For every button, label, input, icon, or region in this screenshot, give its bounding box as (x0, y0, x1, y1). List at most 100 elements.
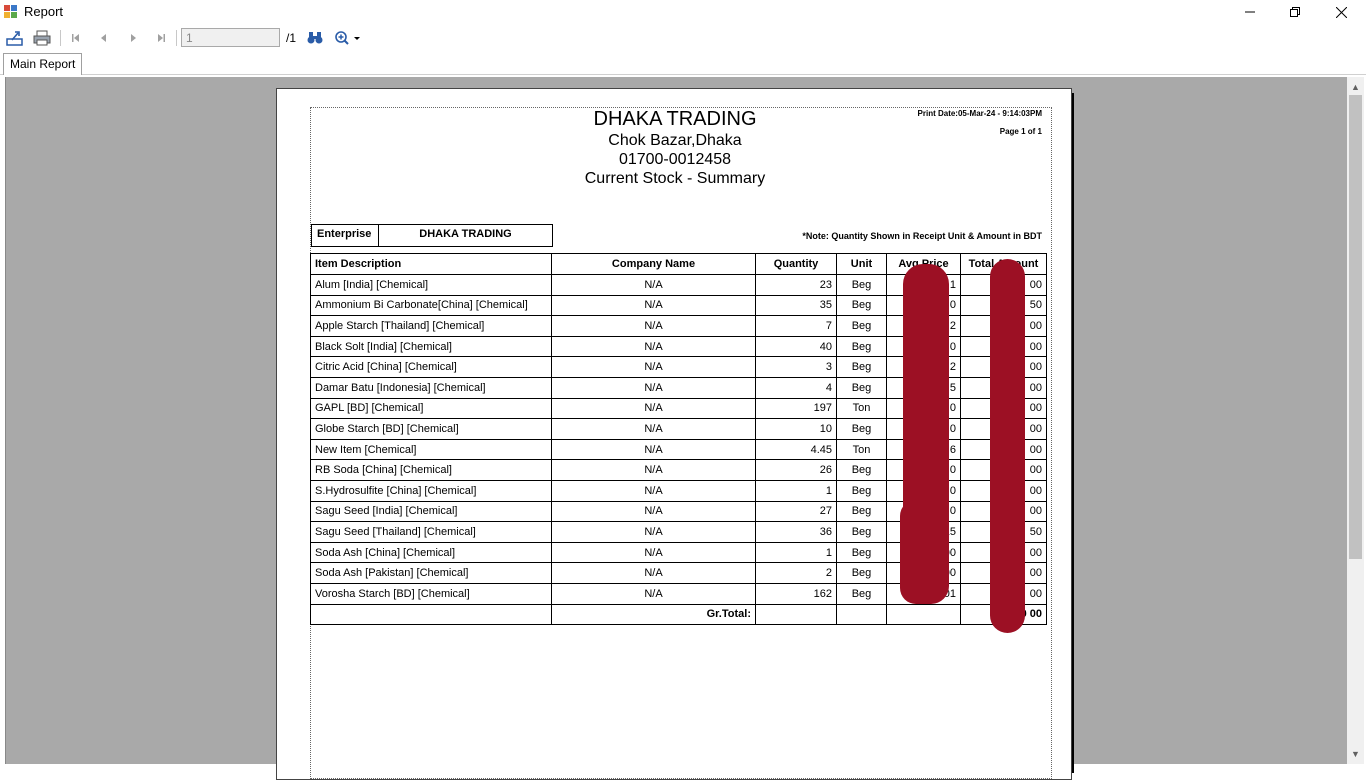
enterprise-box: Enterprise DHAKA TRADING (311, 224, 553, 247)
table-cell-unit: Beg (836, 418, 887, 440)
company-name: DHAKA TRADING (593, 108, 757, 130)
first-page-button[interactable] (65, 28, 87, 48)
company-phone: 01700-0012458 (618, 151, 732, 168)
table-cell-item: Black Solt [India] [Chemical] (310, 335, 552, 358)
last-page-button[interactable] (150, 28, 172, 48)
table-cell-company: N/A (551, 479, 756, 502)
grand-total-row: Gr.Total: 1,0 00 (310, 603, 1047, 626)
table-cell-company: N/A (551, 459, 756, 481)
table-cell-item: Sagu Seed [India] [Chemical] (310, 500, 552, 523)
export-button[interactable] (4, 28, 26, 48)
window-title: Report (24, 4, 64, 19)
table-cell-company: N/A (551, 397, 756, 420)
page-info: Page 1 of 1 (999, 127, 1042, 136)
column-header: Unit (836, 253, 887, 275)
maximize-button[interactable] (1272, 0, 1318, 24)
table-cell-company: N/A (551, 521, 756, 543)
table-cell-item: GAPL [BD] [Chemical] (310, 397, 552, 420)
company-address: Chok Bazar,Dhaka (608, 132, 742, 149)
column-header: Item Description (310, 253, 552, 275)
table-cell-item: New Item [Chemical] (310, 438, 552, 461)
last-page-icon (158, 34, 165, 42)
table-cell-item: Vorosha Starch [BD] [Chemical] (310, 582, 552, 605)
find-button[interactable] (304, 28, 326, 48)
grand-total-cell: Gr.Total: (551, 603, 756, 626)
table-cell-unit: Beg (836, 562, 887, 584)
report-app-icon (4, 5, 17, 18)
table-cell-qty: 23 (755, 274, 837, 296)
table-cell-qty: 26 (755, 459, 837, 481)
table-cell-company: N/A (551, 500, 756, 523)
table-cell-company: N/A (551, 335, 756, 358)
table-cell-qty: 4.45 (755, 438, 837, 461)
zoom-dropdown-button[interactable] (333, 28, 363, 48)
previous-page-button[interactable] (93, 28, 115, 48)
table-cell-qty: 35 (755, 294, 837, 317)
page-total-label: /1 (286, 31, 297, 45)
empty-cell (886, 603, 961, 626)
table-cell-qty: 1 (755, 479, 837, 502)
binoculars-icon (307, 32, 323, 44)
minimize-button[interactable] (1227, 0, 1273, 24)
table-cell-company: N/A (551, 274, 756, 296)
toolbar-separator (176, 30, 177, 46)
column-header: Company Name (551, 253, 756, 275)
next-page-button[interactable] (122, 28, 144, 48)
table-cell-company: N/A (551, 582, 756, 605)
tab-main-report[interactable]: Main Report (3, 53, 83, 75)
table-cell-qty: 3 (755, 356, 837, 378)
table-cell-item: RB Soda [China] [Chemical] (310, 459, 552, 481)
table-cell-unit: Beg (836, 541, 887, 564)
scroll-up-icon[interactable]: ▲ (1347, 79, 1364, 95)
redaction-mark (900, 500, 938, 604)
table-cell-unit: Beg (836, 274, 887, 296)
minimize-icon (1245, 11, 1255, 13)
table-cell-item: Soda Ash [China] [Chemical] (310, 541, 552, 564)
table-cell-item: Citric Acid [China] [Chemical] (310, 356, 552, 378)
table-cell-qty: 197 (755, 397, 837, 420)
table-cell-qty: 7 (755, 315, 837, 337)
scroll-down-icon[interactable]: ▼ (1347, 746, 1364, 762)
page-number-input[interactable] (181, 28, 280, 47)
table-cell-unit: Beg (836, 582, 887, 605)
empty-cell (310, 603, 552, 626)
toolbar-separator (60, 30, 61, 46)
print-button[interactable] (31, 28, 53, 48)
scrollbar-thumb[interactable] (1349, 95, 1362, 559)
table-cell-item: Damar Batu [Indonesia] [Chemical] (310, 376, 552, 399)
table-cell-company: N/A (551, 376, 756, 399)
table-cell-item: S.Hydrosulfite [China] [Chemical] (310, 479, 552, 502)
next-page-icon (131, 34, 136, 42)
table-cell-unit: Ton (836, 397, 887, 420)
close-button[interactable] (1318, 0, 1364, 24)
table-cell-item: Sagu Seed [Thailand] [Chemical] (310, 521, 552, 543)
table-cell-item: Apple Starch [Thailand] [Chemical] (310, 315, 552, 337)
first-page-icon (72, 34, 79, 42)
report-tab-strip: Main Report (0, 52, 1366, 75)
table-cell-company: N/A (551, 418, 756, 440)
enterprise-value: DHAKA TRADING (419, 228, 512, 240)
table-cell-unit: Beg (836, 479, 887, 502)
restore-icon (1290, 7, 1300, 17)
column-header: Quantity (755, 253, 837, 275)
table-cell-item: Alum [India] [Chemical] (310, 274, 552, 296)
table-cell-qty: 36 (755, 521, 837, 543)
previous-page-icon (101, 34, 106, 42)
table-cell-unit: Beg (836, 356, 887, 378)
report-title: Current Stock - Summary (584, 170, 766, 187)
table-cell-qty: 40 (755, 335, 837, 358)
export-icon (6, 31, 23, 46)
table-cell-company: N/A (551, 541, 756, 564)
table-cell-company: N/A (551, 294, 756, 317)
empty-cell (755, 603, 837, 626)
table-cell-qty: 162 (755, 582, 837, 605)
enterprise-label: Enterprise (317, 228, 372, 240)
table-cell-qty: 4 (755, 376, 837, 399)
table-cell-unit: Beg (836, 521, 887, 543)
table-cell-item: Soda Ash [Pakistan] [Chemical] (310, 562, 552, 584)
redaction-mark (990, 259, 1025, 633)
table-cell-unit: Beg (836, 459, 887, 481)
table-cell-company: N/A (551, 438, 756, 461)
table-cell-unit: Beg (836, 500, 887, 523)
vertical-scrollbar[interactable]: ▲ ▼ (1347, 77, 1364, 764)
